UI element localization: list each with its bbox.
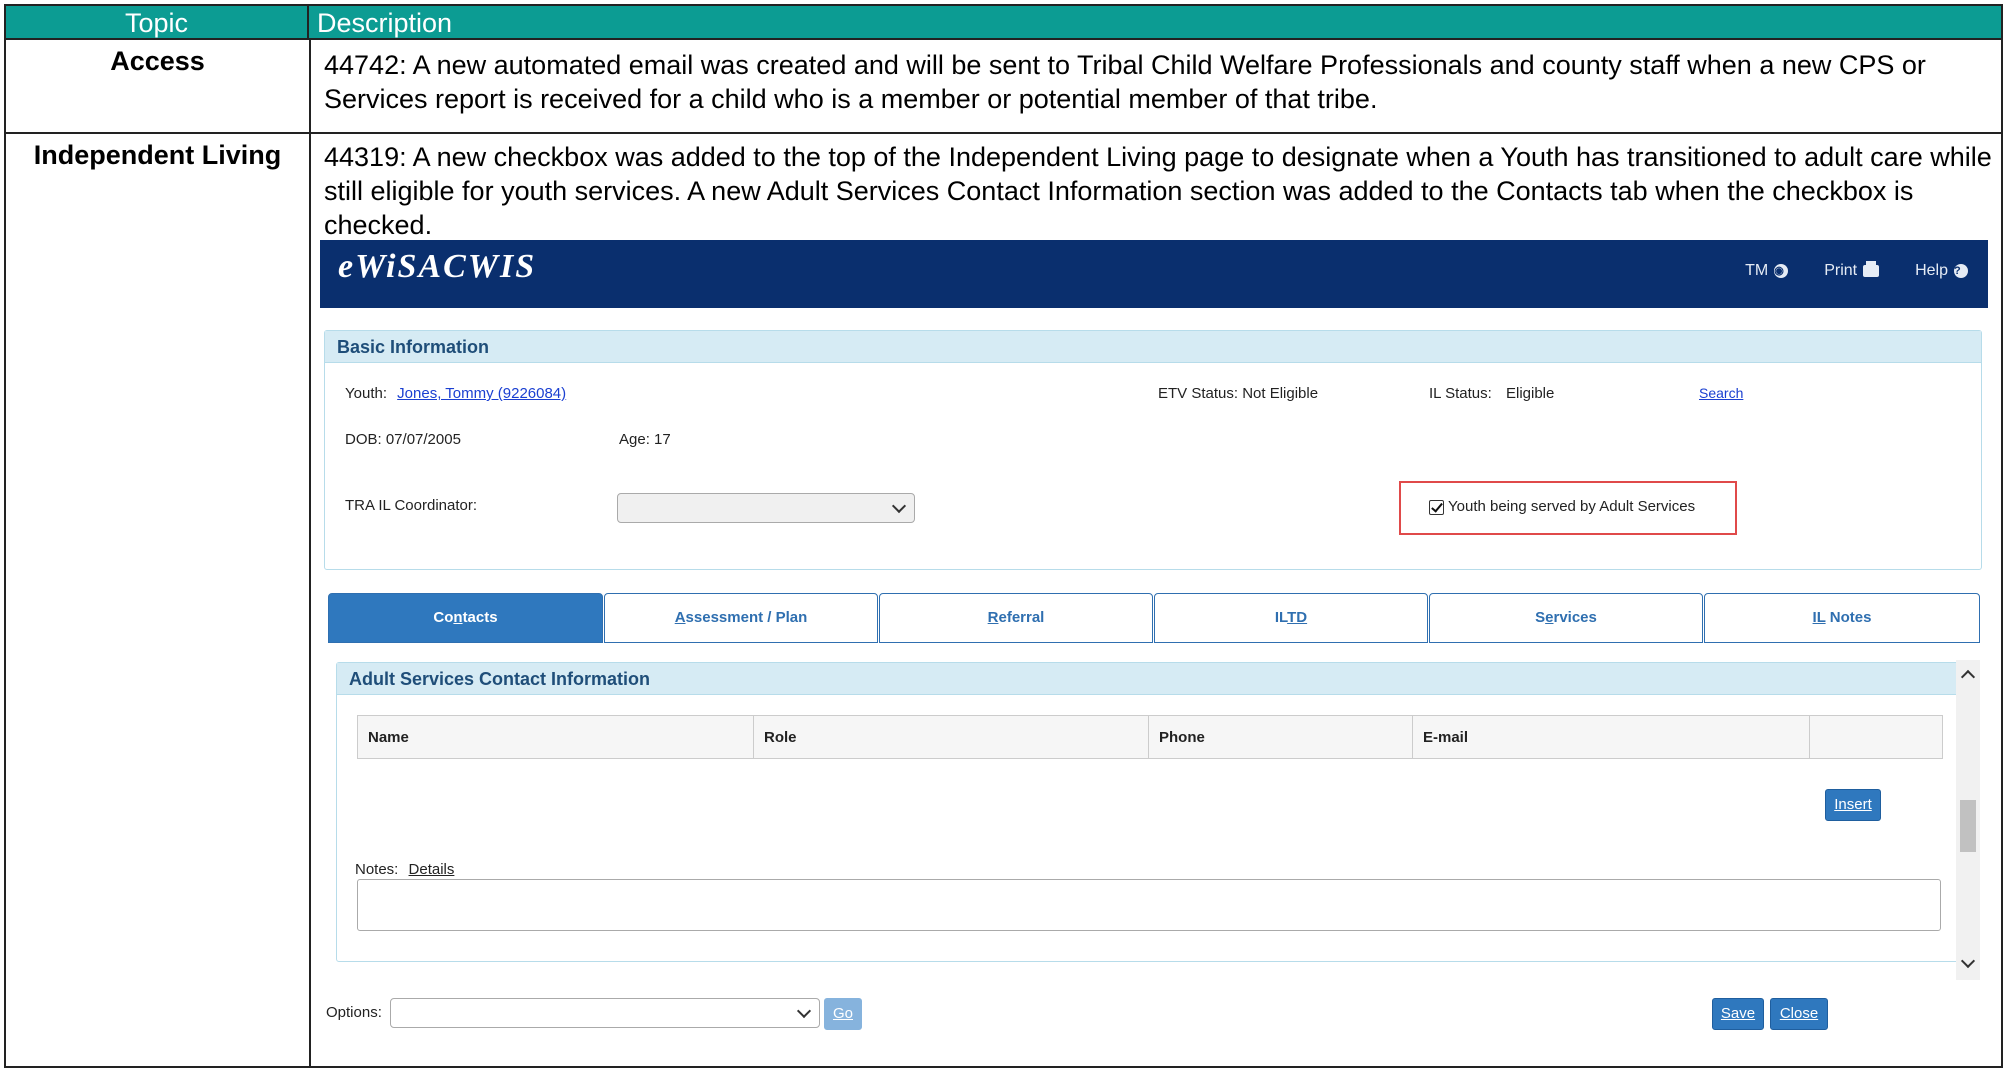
ewisacwis-screenshot: eWiSACWIS TM ◉ Print Help? Basic Informat…: [320, 240, 1988, 1068]
tab-assessment-accesskey: A: [674, 609, 686, 626]
app-header-bar: eWiSACWIS TM ◉ Print Help?: [320, 240, 1988, 308]
etv-status: ETV Status: Not Eligible: [1158, 385, 1319, 402]
help-link[interactable]: Help?: [1915, 262, 1968, 280]
adult-services-contact-title: Adult Services Contact Information: [337, 663, 1959, 695]
column-actions: [1810, 716, 1942, 758]
tab-contacts-accesskey: n: [453, 609, 463, 626]
coordinator-label: TRA IL Coordinator:: [345, 497, 478, 514]
dob-field: DOB: 07/07/2005: [345, 431, 461, 448]
tab-services-text-b: rvices: [1553, 609, 1597, 626]
tab-il-notes[interactable]: IL Notes: [1704, 593, 1980, 643]
adult-services-highlight: Youth being served by Adult Services: [1399, 481, 1737, 535]
tab-referral-text-b: eferral: [998, 609, 1045, 626]
tab-referral-accesskey: R: [987, 609, 999, 626]
tab-contacts-text-b: tacts: [462, 609, 498, 626]
tab-iltd[interactable]: ILTD: [1154, 593, 1428, 643]
basic-information-title: Basic Information: [325, 331, 1981, 363]
tab-iltd-text-a: IL: [1274, 609, 1288, 626]
printer-icon: [1863, 261, 1880, 277]
adult-services-checkbox-row[interactable]: Youth being served by Adult Services: [1429, 498, 1695, 515]
header-topic: Topic: [6, 6, 309, 38]
adult-services-contact-panel: Adult Services Contact Information Name …: [336, 662, 1960, 962]
search-link[interactable]: Search: [1699, 385, 1743, 401]
il-status-value: Eligible: [1505, 385, 1555, 402]
tab-contacts[interactable]: Contacts: [328, 593, 603, 643]
description-access: 44742: A new automated email was created…: [324, 50, 1926, 114]
tab-il-notes-text-b: Notes: [1825, 609, 1872, 626]
options-select[interactable]: [390, 998, 820, 1028]
save-button[interactable]: Save: [1712, 998, 1764, 1030]
tab-il-notes-accesskey: IL: [1812, 609, 1826, 626]
adult-services-checkbox[interactable]: [1429, 499, 1444, 515]
tab-services[interactable]: Services: [1429, 593, 1703, 643]
youth-label: Youth:: [345, 385, 387, 402]
notes-label: Notes:: [355, 861, 399, 878]
topic-access: Access: [110, 46, 205, 76]
table-header-row: Topic Description: [6, 6, 2001, 40]
adult-services-label: Youth being served by Adult Services: [1448, 498, 1696, 515]
chevron-down-icon: [891, 498, 907, 514]
column-role: Role: [754, 716, 1149, 758]
tab-contacts-text-a: Co: [433, 609, 454, 626]
column-name: Name: [358, 716, 754, 758]
coordinator-select[interactable]: [617, 493, 915, 523]
il-status-label: IL Status:: [1429, 385, 1492, 402]
row-divider: [6, 132, 2001, 134]
column-divider: [309, 40, 311, 1068]
topic-independent-living: Independent Living: [33, 140, 282, 170]
tab-referral[interactable]: Referral: [879, 593, 1153, 643]
youth-link[interactable]: Jones, Tommy (9226084): [397, 385, 566, 402]
insert-button[interactable]: Insert: [1825, 789, 1881, 821]
print-label: Print: [1824, 262, 1858, 279]
column-phone: Phone: [1149, 716, 1413, 758]
tm-label: TM: [1745, 262, 1769, 279]
scroll-thumb[interactable]: [1960, 800, 1976, 852]
contacts-scrollbar[interactable]: [1956, 660, 1980, 980]
tab-assessment-plan[interactable]: Assessment / Plan: [604, 593, 878, 643]
question-icon: ?: [1954, 264, 1968, 278]
go-button[interactable]: Go: [824, 998, 862, 1030]
app-logo: eWiSACWIS: [338, 248, 537, 285]
header-description: Description: [317, 8, 453, 38]
age-field: Age: 17: [619, 431, 671, 448]
scroll-down-icon[interactable]: [1960, 953, 1976, 969]
app-nav: TM ◉ Print Help?: [1745, 261, 1968, 280]
print-link[interactable]: Print: [1824, 261, 1880, 280]
notes-textarea[interactable]: [357, 879, 1941, 931]
details-link[interactable]: Details: [409, 861, 455, 878]
contacts-grid-header: Name Role Phone E-mail: [357, 715, 1943, 759]
globe-icon: ◉: [1774, 264, 1789, 278]
notes-field: Notes: Details: [355, 861, 454, 878]
tab-assessment-text-b: ssessment / Plan: [685, 609, 808, 626]
chevron-down-icon: [796, 1003, 812, 1019]
scroll-up-icon[interactable]: [1960, 669, 1976, 685]
close-button[interactable]: Close: [1770, 998, 1828, 1030]
options-label: Options:: [326, 1004, 382, 1021]
column-email: E-mail: [1413, 716, 1810, 758]
youth-field: Youth: Jones, Tommy (9226084): [345, 385, 566, 402]
description-independent-living: 44319: A new checkbox was added to the t…: [324, 142, 1992, 240]
help-label: Help: [1915, 262, 1948, 279]
tab-iltd-accesskey: TD: [1287, 609, 1308, 626]
tm-link[interactable]: TM ◉: [1745, 262, 1789, 280]
il-status: IL Status: Eligible: [1429, 385, 1554, 402]
basic-information-panel: Basic Information Youth: Jones, Tommy (9…: [324, 330, 1982, 570]
tab-services-text-a: S: [1535, 609, 1546, 626]
